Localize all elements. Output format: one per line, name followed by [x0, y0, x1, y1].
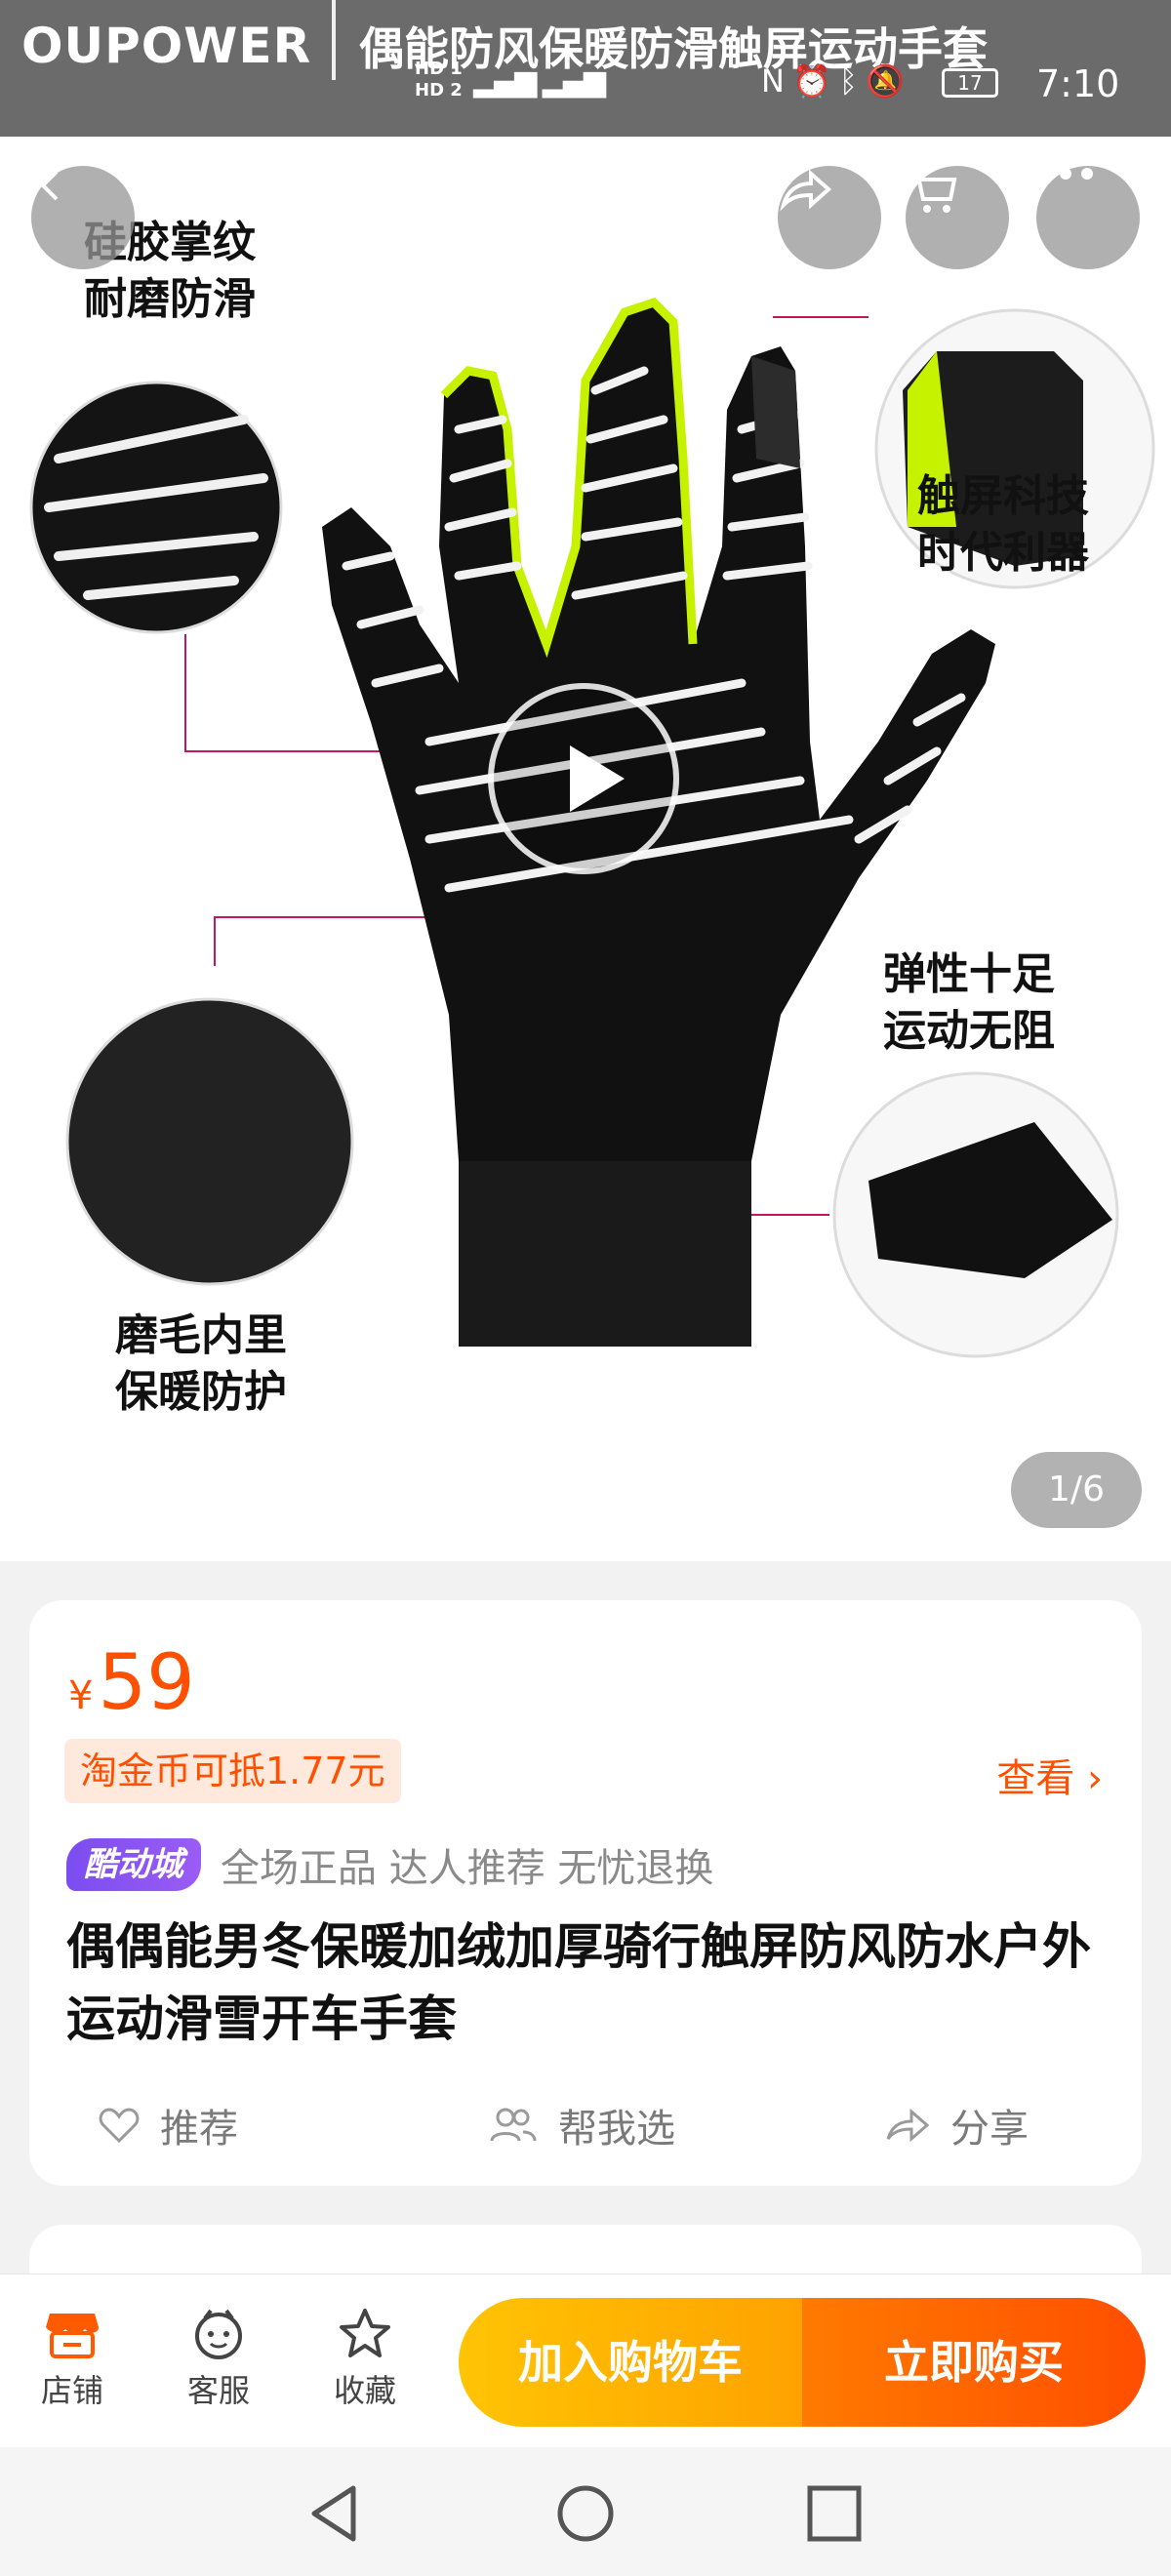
product-title: 偶偶能男冬保暖加绒加厚骑行触屏防风防水户外运动滑雪开车手套: [66, 1918, 1091, 2047]
more-icon: [1038, 168, 1093, 180]
status-bar: OUPOWER 偶能防风保暖防滑触屏运动手套 HD 1 HD 2 ▂▄▆ ▂▄▆…: [0, 0, 1171, 137]
price-value: 59: [98, 1639, 195, 1727]
system-icons: N⏰ᛒ🔕: [761, 62, 912, 100]
touch-tip: [751, 356, 800, 468]
help-choose-label: 帮我选: [558, 2107, 675, 2152]
sim2-label: HD 2: [415, 80, 463, 101]
brand-divider: [332, 0, 336, 80]
bottom-action-bar: 店铺 客服 收藏 加入购物车 立即购买: [0, 2274, 1171, 2447]
product-actions: 推荐 帮我选 分享: [29, 2094, 1142, 2156]
coin-discount-badge: 淘金币可抵1.77元: [64, 1739, 401, 1803]
favorite-label: 收藏: [333, 2372, 396, 2409]
bluetooth-icon: ᛒ: [838, 62, 866, 100]
view-label: 查看: [996, 1756, 1075, 1801]
callout-lining-line2: 保暖防护: [115, 1367, 287, 1417]
service-tab[interactable]: 客服: [160, 2302, 277, 2411]
recommend-label: 推荐: [160, 2107, 238, 2152]
nav-back-icon[interactable]: [303, 2482, 371, 2545]
alarm-icon: ⏰: [791, 62, 839, 100]
help-choose-button[interactable]: 帮我选: [488, 2094, 675, 2156]
callout-touch-line2: 时代利器: [917, 528, 1089, 578]
signal-icon: ▂▄▆ ▂▄▆: [473, 64, 606, 99]
add-to-cart-button[interactable]: 加入购物车: [459, 2298, 802, 2427]
chevron-left-icon: [40, 170, 59, 201]
people-icon: [490, 2108, 537, 2142]
callout-touch: 触屏科技 时代利器: [917, 468, 1089, 582]
buy-now-button[interactable]: 立即购买: [802, 2298, 1146, 2427]
product-info-card: ¥ 59 淘金币可抵1.77元 查看 › 酷动城 全场正品 达人推荐 无忧退换 …: [29, 1600, 1142, 2186]
nav-home-icon[interactable]: [551, 2482, 620, 2545]
callout-elastic: 弹性十足 运动无阻: [883, 946, 1055, 1060]
product-detail-screen: OUPOWER 偶能防风保暖防滑触屏运动手套 HD 1 HD 2 ▂▄▆ ▂▄▆…: [0, 0, 1171, 2576]
service-label: 客服: [186, 2372, 250, 2409]
detail-lining-circle: [65, 997, 354, 1286]
star-icon: [340, 2309, 390, 2357]
nav-recents-icon[interactable]: [800, 2482, 868, 2545]
glove-cuff: [459, 1161, 751, 1347]
customer-service-icon: [195, 2309, 242, 2359]
favorite-tab[interactable]: 收藏: [306, 2302, 424, 2411]
battery-indicator: 17: [942, 68, 998, 98]
product-image-carousel[interactable]: 硅胶掌纹 耐磨防滑 触屏科技 时代利器 弹性十足 运动无阻 磨毛内里 保暖防护 …: [0, 137, 1171, 1561]
callout-palm-line2: 耐磨防滑: [84, 274, 256, 324]
sim-labels: HD 1 HD 2: [415, 59, 463, 101]
play-video-button[interactable]: [488, 683, 679, 874]
system-nav-bar: [0, 2447, 1171, 2576]
callout-elastic-line1: 弹性十足: [883, 949, 1055, 999]
chevron-right-icon: ›: [1087, 1756, 1103, 1801]
callout-elastic-line2: 运动无阻: [883, 1006, 1055, 1056]
shop-tagline: 酷动城 全场正品 达人推荐 无忧退换: [66, 1836, 713, 1893]
sim1-label: HD 1: [415, 59, 463, 79]
share-button[interactable]: [778, 166, 881, 269]
mute-icon: 🔕: [865, 62, 912, 100]
more-button[interactable]: [1036, 166, 1140, 269]
recommend-button[interactable]: 推荐: [98, 2094, 238, 2156]
price: ¥ 59: [68, 1639, 195, 1727]
share-icon: [780, 169, 832, 212]
cart-icon: [909, 170, 957, 213]
nfc-icon: N: [761, 62, 792, 100]
share-action-button[interactable]: 分享: [884, 2094, 1029, 2156]
currency-symbol: ¥: [68, 1673, 94, 1718]
tagline-text: 全场正品 达人推荐 无忧退换: [221, 1846, 714, 1891]
share-icon: [886, 2108, 930, 2143]
shop-badge[interactable]: 酷动城: [66, 1838, 201, 1891]
store-label: 店铺: [40, 2372, 103, 2409]
callout-touch-line1: 触屏科技: [917, 471, 1089, 521]
store-icon: [46, 2314, 99, 2358]
brand-logo: OUPOWER: [21, 18, 312, 74]
back-button[interactable]: [31, 166, 135, 269]
clock: 7:10: [1036, 62, 1120, 105]
cart-button[interactable]: [906, 166, 1009, 269]
view-link[interactable]: 查看 ›: [996, 1747, 1103, 1803]
callout-lining: 磨毛内里 保暖防护: [115, 1308, 287, 1421]
heart-icon: [99, 2108, 140, 2144]
store-tab[interactable]: 店铺: [14, 2302, 131, 2411]
callout-lining-line1: 磨毛内里: [115, 1310, 287, 1360]
share-label: 分享: [950, 2107, 1029, 2152]
image-pager: 1/6: [1011, 1452, 1142, 1528]
